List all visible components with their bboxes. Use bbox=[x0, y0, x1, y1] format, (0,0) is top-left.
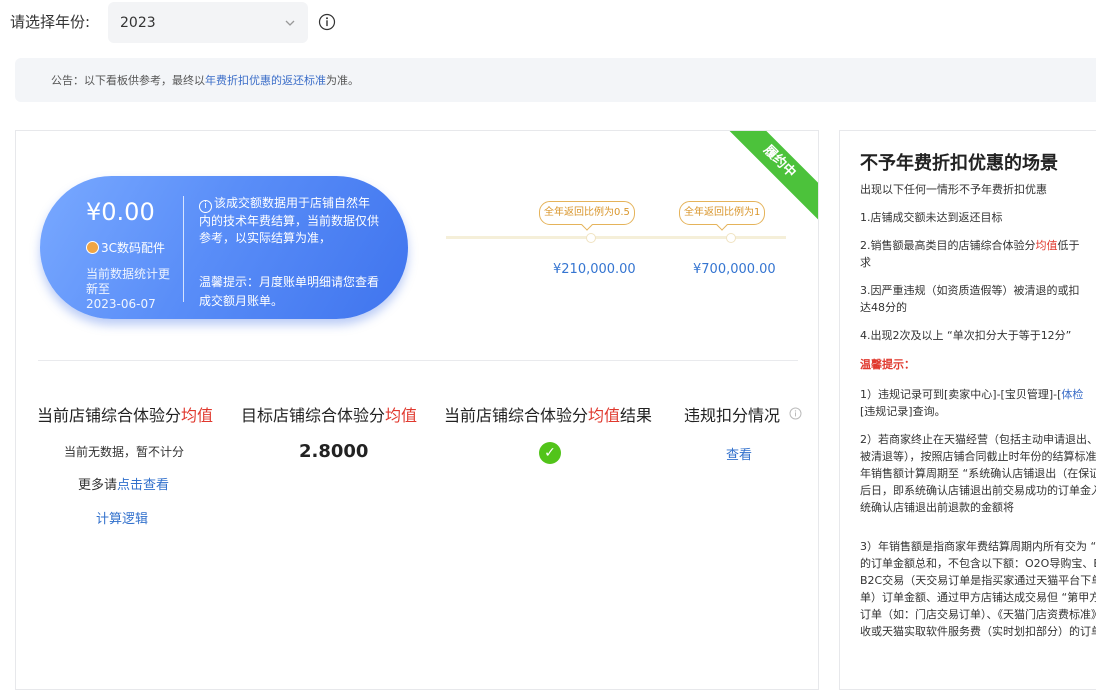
milestone-amount-1: ¥210,000.00 bbox=[553, 262, 636, 277]
sales-amount: ¥0.00 bbox=[86, 198, 155, 226]
category-name: 3C数码配件 bbox=[101, 241, 166, 255]
milestone-tag-2: 全年返回比例为1 bbox=[679, 201, 766, 225]
check-icon: ✓ bbox=[539, 442, 561, 464]
tip-3: 3）年销售额是指商家年费结算周期内所有交为 “交易成功” 的订单金额总和，不包含… bbox=[860, 540, 1096, 638]
item2-pre: 2.销售额最高类目的店铺综合体验分 bbox=[860, 239, 1036, 252]
col-violation: 违规扣分情况 bbox=[684, 402, 802, 426]
view-violation-link[interactable]: 查看 bbox=[726, 444, 752, 463]
card-divider bbox=[38, 360, 798, 361]
tip-title: 温馨提示： bbox=[860, 358, 915, 371]
col-score-result: 当前店铺综合体验分均值结果 bbox=[444, 402, 652, 426]
item2-avg: 均值 bbox=[1035, 239, 1058, 252]
chevron-down-icon bbox=[285, 20, 295, 26]
col-score-result-suffix: 结果 bbox=[620, 406, 653, 425]
col-violation-label: 违规扣分情况 bbox=[684, 406, 781, 425]
pill-tip: 温馨提示：月度账单明细请您查看成交额月账单。 bbox=[199, 275, 380, 308]
year-label: 请选择年份: bbox=[10, 13, 91, 31]
announcement-bar: 公告：以下看板供参考，最终以 年费折扣优惠的返还标准 为准。 bbox=[15, 58, 1096, 102]
col-target-score: 目标店铺综合体验分均值 bbox=[241, 402, 417, 426]
col-score-result-avg: 均值 bbox=[588, 406, 621, 425]
calc-logic-link[interactable]: 计算逻辑 bbox=[96, 508, 148, 527]
col-target-score-label: 目标店铺综合体验分 bbox=[241, 406, 386, 425]
target-score-value: 2.8000 bbox=[299, 441, 369, 462]
category-row: 3C数码配件 bbox=[86, 239, 165, 256]
stat-date: 2023-06-07 bbox=[86, 297, 156, 311]
more-row: 更多请点击查看 bbox=[78, 474, 169, 493]
tip1-link[interactable]: 体检 bbox=[1061, 388, 1083, 401]
year-value: 2023 bbox=[120, 14, 156, 31]
exclusion-item-1: 1.店铺成交额未达到返还目标 bbox=[860, 211, 1003, 224]
item2-post: 低于 bbox=[1057, 239, 1080, 252]
exclusion-item-3-line2: 达48分的 bbox=[860, 301, 907, 314]
milestone-node-2 bbox=[726, 233, 736, 243]
tip-2: 2）若商家终止在天猫经营（包括主动申请退出、完成续签、被清退等），按照店铺合同截… bbox=[860, 433, 1096, 514]
notice-suffix: 为准。 bbox=[326, 74, 359, 87]
fee-status-card: 履约中 ¥0.00 3C数码配件 当前数据统计更新至 2023-06-07 i该… bbox=[15, 130, 819, 690]
stat-update-note: 当前数据统计更新至 2023-06-07 bbox=[86, 267, 178, 312]
category-icon bbox=[86, 241, 99, 254]
exclusion-item-4: 4.出现2次及以上 “单次扣分大于等于12分” bbox=[860, 329, 1072, 342]
col-score-result-label: 当前店铺综合体验分 bbox=[444, 406, 589, 425]
exclusion-title: 不予年费折扣优惠的场景 bbox=[860, 153, 1058, 174]
info-icon[interactable] bbox=[318, 13, 336, 31]
exclusion-intro: 出现以下任何一情形不予年费折扣优惠 bbox=[860, 183, 1047, 196]
pill-description: i 该成交额数据用于店铺自然年内的技术年费结算，当前数据仅供参考，以实际结算为准， bbox=[199, 195, 379, 247]
no-data-text: 当前无数据，暂不计分 bbox=[64, 445, 185, 459]
year-select[interactable]: 2023 bbox=[108, 2, 308, 43]
notice-prefix: 公告：以下看板供参考，最终以 bbox=[51, 74, 205, 87]
col-current-score: 当前店铺综合体验分均值 bbox=[37, 402, 213, 426]
exclusion-panel: 不予年费折扣优惠的场景 出现以下任何一情形不予年费折扣优惠 1.店铺成交额未达到… bbox=[839, 130, 1096, 690]
milestone-amount-2: ¥700,000.00 bbox=[693, 262, 776, 277]
stat-note-text: 当前数据统计更新至 bbox=[86, 267, 171, 296]
pill-divider bbox=[183, 196, 184, 302]
info-icon[interactable] bbox=[789, 407, 802, 420]
more-prefix: 更多请 bbox=[78, 478, 118, 493]
col-current-score-avg: 均值 bbox=[181, 406, 214, 425]
pill-desc-text: 该成交额数据用于店铺自然年内的技术年费结算，当前数据仅供参考，以实际结算为准， bbox=[199, 196, 380, 245]
col-current-score-label: 当前店铺综合体验分 bbox=[37, 406, 182, 425]
info-icon: i bbox=[199, 200, 212, 213]
sales-summary-pill: ¥0.00 3C数码配件 当前数据统计更新至 2023-06-07 i 该成交额数… bbox=[40, 176, 408, 319]
milestone-tag-1: 全年返回比例为0.5 bbox=[539, 201, 635, 225]
tip1-pre: 1）违规记录可到[卖家中心]-[宝贝管理]-[ bbox=[860, 388, 1062, 401]
click-view-link[interactable]: 点击查看 bbox=[117, 478, 169, 493]
exclusion-item-2-line2: 求 bbox=[860, 256, 871, 269]
exclusion-item-3: 3.因严重违规（如资质造假等）被清退的或扣 bbox=[860, 284, 1080, 297]
notice-link[interactable]: 年费折扣优惠的返还标准 bbox=[205, 72, 326, 88]
exclusion-item-2: 2.销售额最高类目的店铺综合体验分均值低于 bbox=[860, 237, 1080, 254]
tip-1-line2: [违规记录]查询。 bbox=[860, 405, 946, 418]
col-target-score-avg: 均值 bbox=[385, 406, 418, 425]
tip-1: 1）违规记录可到[卖家中心]-[宝贝管理]-[体检 bbox=[860, 386, 1083, 403]
milestone-node-1 bbox=[586, 233, 596, 243]
